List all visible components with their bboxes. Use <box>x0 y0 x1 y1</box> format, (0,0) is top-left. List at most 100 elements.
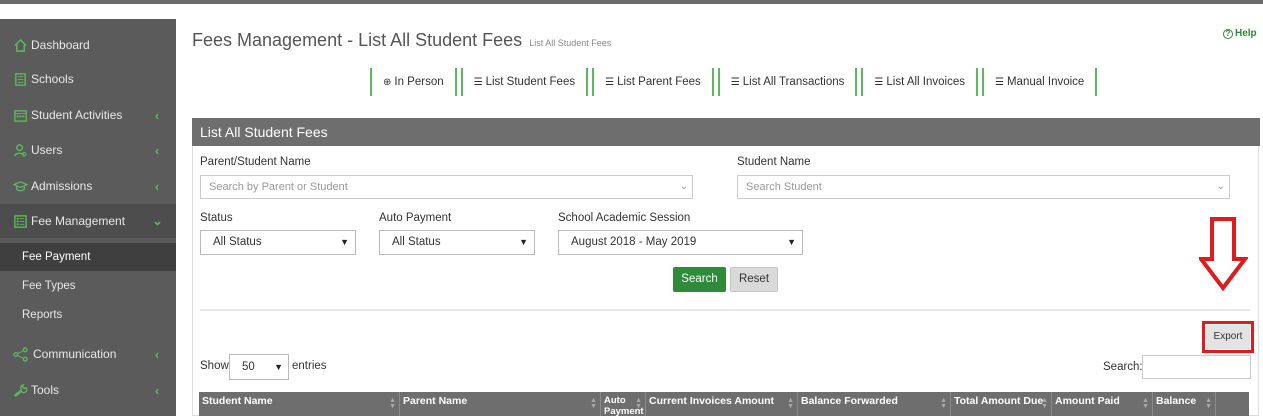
session-value: August 2018 - May 2019 <box>571 236 697 248</box>
parent-student-search-input[interactable]: Search by Parent or Student ⌄ <box>200 175 693 199</box>
home-icon <box>11 37 29 53</box>
annotation-arrow-down-icon <box>1199 217 1248 291</box>
student-name-search-input[interactable]: Search Student ⌄ <box>737 175 1230 199</box>
tab-list-all-transactions[interactable]: ☰ List All Transactions <box>717 68 858 96</box>
table-header: Student Name ▲ ▼ Parent Name ▲ ▼ Auto Paym… <box>199 392 1249 416</box>
sidebar-item-users[interactable]: Users ‹ <box>0 133 176 167</box>
caret-down-icon: ▼ <box>274 362 283 372</box>
table-search-input[interactable] <box>1142 355 1251 379</box>
list-icon: ☰ <box>730 76 740 88</box>
reset-button[interactable]: Reset <box>730 267 778 292</box>
status-label: Status <box>200 212 233 224</box>
tab-label: List All Transactions <box>742 76 845 88</box>
chevron-down-icon: ⌄ <box>679 181 688 192</box>
sidebar-item-label: Users <box>31 143 63 157</box>
column-header-auto-payment[interactable]: Auto Payment ▲ ▼ <box>601 392 646 416</box>
status-select[interactable]: All Status ▼ <box>200 230 356 255</box>
tab-list-all-invoices[interactable]: ☰ List All Invoices <box>861 68 978 96</box>
tab-label: List All Invoices <box>886 76 965 88</box>
users-icon <box>11 142 29 158</box>
plus-circle-icon: ⊕ <box>383 76 392 88</box>
entries-label: entries <box>292 360 327 372</box>
caret-down-icon: ▼ <box>787 237 796 247</box>
caret-down-icon: ▼ <box>340 237 349 247</box>
tab-list-student-fees[interactable]: ☰ List Student Fees <box>460 68 589 96</box>
sort-icon: ▲ ▼ <box>635 397 642 410</box>
auto-payment-select[interactable]: All Status ▼ <box>379 230 535 255</box>
sidebar-item-schools[interactable]: Schools <box>0 62 176 96</box>
help-link[interactable]: ? Help <box>1223 28 1257 39</box>
submenu-item-fee-types[interactable]: Fee Types <box>0 272 176 300</box>
page-subtitle: List All Student Fees <box>529 38 612 48</box>
session-label: School Academic Session <box>558 212 691 224</box>
table-search-label: Search: <box>1103 361 1143 373</box>
sidebar-item-label: Dashboard <box>31 38 90 52</box>
sidebar-item-label: Student Activities <box>31 108 123 122</box>
sidebar-item-label: Admissions <box>31 179 93 193</box>
wrench-icon <box>11 382 29 398</box>
sort-icon: ▲ ▼ <box>389 397 396 410</box>
tab-label: List Student Fees <box>485 76 576 88</box>
column-label: Total Amount Due <box>954 395 1044 407</box>
calendar-icon <box>11 107 29 123</box>
column-header-balance[interactable]: Balance ▲ ▼ <box>1153 392 1216 416</box>
page-title-text: Fees Management - List All Student Fees <box>192 30 523 50</box>
sort-icon: ▲ ▼ <box>1041 397 1048 410</box>
column-header-current-invoices-amount[interactable]: Current Invoices Amount ▲ ▼ <box>646 392 798 416</box>
sidebar: Dashboard Schools Student Activities ‹ U… <box>0 19 176 416</box>
sidebar-item-label: Fee Management <box>31 214 126 228</box>
list-icon: ☰ <box>874 76 884 88</box>
column-header-parent-name[interactable]: Parent Name ▲ ▼ <box>400 392 601 416</box>
sort-icon: ▲ ▼ <box>590 397 597 410</box>
chevron-down-icon: ⌄ <box>152 213 163 228</box>
caret-down-icon: ▼ <box>519 237 528 247</box>
tab-in-person[interactable]: ⊕ In Person <box>370 68 457 96</box>
entries-value: 50 <box>242 361 255 373</box>
chevron-left-icon: ‹ <box>154 107 160 123</box>
sidebar-item-dashboard[interactable]: Dashboard <box>0 28 176 62</box>
divider <box>200 309 1250 311</box>
sidebar-item-fee-management[interactable]: Fee Management ⌄ <box>0 204 176 238</box>
question-icon: ? <box>1223 28 1233 39</box>
tab-label: List Parent Fees <box>617 76 701 88</box>
chevron-left-icon: ‹ <box>154 178 160 194</box>
student-name-placeholder: Search Student <box>746 181 822 193</box>
sidebar-item-tools[interactable]: Tools ‹ <box>0 373 176 407</box>
top-bar <box>0 0 1263 4</box>
column-label: Parent Name <box>403 395 468 407</box>
show-label: Show <box>200 360 229 372</box>
fee-tabs: ⊕ In Person ☰ List Student Fees ☰ List P… <box>370 68 1101 96</box>
tab-manual-invoice[interactable]: ☰ Manual Invoice <box>982 68 1098 96</box>
column-label: Balance <box>1156 395 1197 407</box>
column-header-total-amount-due[interactable]: Total Amount Due ▲ ▼ <box>951 392 1052 416</box>
tab-label: In Person <box>394 76 444 88</box>
column-header-balance-forwarded[interactable]: Balance Forwarded ▲ ▼ <box>798 392 951 416</box>
sort-icon: ▲ ▼ <box>787 397 794 410</box>
export-button[interactable]: Export <box>1206 325 1250 349</box>
column-label: Current Invoices Amount <box>649 395 775 407</box>
chevron-left-icon: ‹ <box>154 142 160 158</box>
submenu-item-reports[interactable]: Reports <box>0 301 176 329</box>
column-header-student-name[interactable]: Student Name ▲ ▼ <box>199 392 400 416</box>
sidebar-item-admissions[interactable]: Admissions ‹ <box>0 169 176 203</box>
search-button[interactable]: Search <box>673 267 726 292</box>
tab-list-parent-fees[interactable]: ☰ List Parent Fees <box>592 68 714 96</box>
sidebar-item-label: Communication <box>33 347 117 361</box>
parent-student-placeholder: Search by Parent or Student <box>209 181 348 193</box>
list-icon: ☰ <box>473 76 483 88</box>
share-icon <box>11 346 29 362</box>
auto-payment-label: Auto Payment <box>379 212 452 224</box>
chevron-left-icon: ‹ <box>154 346 160 362</box>
column-header-actions <box>1216 392 1249 416</box>
submenu-item-fee-payment[interactable]: Fee Payment <box>0 243 176 271</box>
session-select[interactable]: August 2018 - May 2019 ▼ <box>558 230 803 255</box>
panel-title: List All Student Fees <box>192 118 1260 146</box>
help-label: Help <box>1235 28 1257 39</box>
column-header-amount-paid[interactable]: Amount Paid ▲ ▼ <box>1052 392 1153 416</box>
graduation-cap-icon <box>11 178 29 194</box>
sort-icon: ▲ ▼ <box>1142 397 1149 410</box>
sidebar-item-student-activities[interactable]: Student Activities ‹ <box>0 98 176 132</box>
sidebar-item-communication[interactable]: Communication ‹ <box>0 337 176 371</box>
sidebar-item-label: Tools <box>31 383 60 397</box>
entries-per-page-select[interactable]: 50 ▼ <box>229 354 289 380</box>
